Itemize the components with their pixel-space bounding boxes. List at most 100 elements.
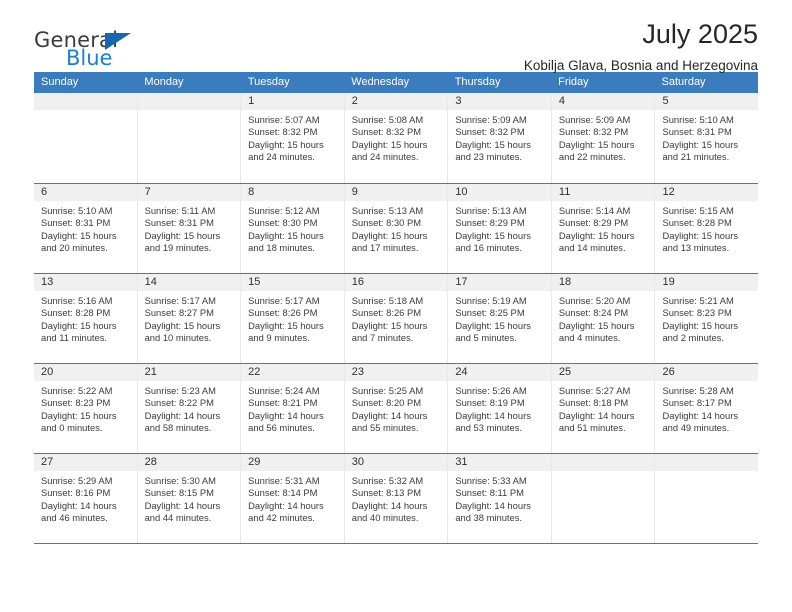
day-number: 4 [551, 93, 655, 110]
day-detail-line: Sunrise: 5:14 AM [558, 205, 631, 216]
day-cell-14[interactable]: 14 Sunrise: 5:17 AM Sunset: 8:27 PM Dayligh… [136, 274, 241, 363]
day-detail-line: Daylight: 15 hours [351, 229, 428, 241]
day-details: Sunrise: 5:08 AM Sunset: 8:32 PM Daylight:… [345, 110, 448, 164]
day-detail-line: Sunset: 8:14 PM [248, 487, 318, 499]
general-blue-logo[interactable]: General Blue [34, 28, 214, 76]
day-cell-27[interactable]: 27 Sunrise: 5:29 AM Sunset: 8:16 PM Dayligh… [34, 454, 137, 543]
day-cell-30[interactable]: 30 Sunrise: 5:32 AM Sunset: 8:13 PM Dayligh… [343, 454, 448, 543]
day-detail-line: Daylight: 15 hours [662, 229, 739, 241]
day-cell-10[interactable]: 10 Sunrise: 5:13 AM Sunset: 8:29 PM Dayligh… [447, 184, 551, 273]
day-detail-line: and 42 minutes. [248, 512, 315, 524]
day-details: Sunrise: 5:09 AM Sunset: 8:32 PM Daylight:… [448, 110, 551, 164]
day-detail-line: Daylight: 15 hours [144, 229, 221, 241]
day-cell-21[interactable]: 21 Sunrise: 5:23 AM Sunset: 8:22 PM Dayligh… [136, 364, 241, 453]
day-cell-29[interactable]: 29 Sunrise: 5:31 AM Sunset: 8:14 PM Dayligh… [240, 454, 344, 543]
day-cell-24[interactable]: 24 Sunrise: 5:26 AM Sunset: 8:19 PM Dayligh… [447, 364, 551, 453]
day-cell-23[interactable]: 23 Sunrise: 5:25 AM Sunset: 8:20 PM Dayligh… [343, 364, 448, 453]
day-cell-15[interactable]: 15 Sunrise: 5:17 AM Sunset: 8:26 PM Dayligh… [240, 274, 344, 363]
day-number: 16 [344, 274, 448, 291]
day-detail-line: Sunset: 8:30 PM [248, 217, 318, 229]
day-detail-line: Sunset: 8:23 PM [662, 307, 732, 319]
day-details [138, 110, 241, 114]
day-number [34, 93, 137, 110]
day-cell-22[interactable]: 22 Sunrise: 5:24 AM Sunset: 8:21 PM Dayligh… [240, 364, 344, 453]
day-detail-line: Sunset: 8:32 PM [455, 126, 525, 138]
day-detail-line: Daylight: 15 hours [455, 138, 531, 150]
day-cell-8[interactable]: 8 Sunrise: 5:12 AM Sunset: 8:30 PM Daylight… [240, 184, 344, 273]
day-detail-line: Daylight: 15 hours [248, 138, 324, 150]
day-detail-line: Sunrise: 5:32 AM [351, 475, 424, 486]
day-cell-4[interactable]: 4 Sunrise: 5:09 AM Sunset: 8:32 PM Daylight… [550, 93, 655, 183]
page-title: July 2025 [642, 19, 758, 49]
day-detail-line: Sunrise: 5:12 AM [248, 205, 320, 216]
day-details: Sunrise: 5:21 AM Sunset: 8:23 PM Daylight:… [655, 291, 758, 345]
day-details: Sunrise: 5:17 AM Sunset: 8:26 PM Daylight:… [241, 291, 344, 345]
day-details [34, 110, 137, 114]
calendar-week-row: 13 Sunrise: 5:16 AM Sunset: 8:28 PM Dayligh… [34, 273, 759, 363]
day-detail-line: Sunrise: 5:24 AM [248, 385, 320, 396]
day-cell-18[interactable]: 18 Sunrise: 5:20 AM Sunset: 8:24 PM Dayligh… [550, 274, 655, 363]
day-detail-line: Daylight: 15 hours [558, 138, 635, 150]
day-detail-line: Sunrise: 5:15 AM [662, 205, 734, 216]
day-detail-line: Sunset: 8:26 PM [351, 307, 422, 319]
calendar-bottom-border [34, 543, 758, 544]
logo-text-blue: Blue [66, 46, 113, 70]
day-detail-line: Sunset: 8:30 PM [351, 217, 422, 229]
day-detail-line: Sunrise: 5:17 AM [144, 295, 216, 306]
day-number: 10 [448, 184, 551, 201]
day-cell-19[interactable]: 19 Sunrise: 5:21 AM Sunset: 8:23 PM Dayligh… [654, 274, 759, 363]
day-cell-2[interactable]: 2 Sunrise: 5:08 AM Sunset: 8:32 PM Daylight… [343, 93, 448, 183]
day-details: Sunrise: 5:20 AM Sunset: 8:24 PM Daylight:… [552, 291, 655, 345]
day-cell-20[interactable]: 20 Sunrise: 5:22 AM Sunset: 8:23 PM Dayligh… [34, 364, 137, 453]
day-detail-line: Sunset: 8:26 PM [248, 307, 318, 319]
day-detail-line: and 46 minutes. [41, 512, 108, 524]
day-detail-line: and 22 minutes. [558, 151, 626, 163]
day-cell-16[interactable]: 16 Sunrise: 5:18 AM Sunset: 8:26 PM Dayligh… [343, 274, 448, 363]
day-number: 1 [241, 93, 344, 110]
day-detail-line: Sunset: 8:29 PM [455, 217, 525, 229]
day-cell-12[interactable]: 12 Sunrise: 5:15 AM Sunset: 8:28 PM Dayligh… [654, 184, 759, 273]
day-cell-26[interactable]: 26 Sunrise: 5:28 AM Sunset: 8:17 PM Dayligh… [654, 364, 759, 453]
day-detail-line: Daylight: 14 hours [351, 499, 428, 511]
day-details: Sunrise: 5:22 AM Sunset: 8:23 PM Daylight:… [34, 381, 137, 435]
day-detail-line: and 9 minutes. [248, 332, 310, 344]
day-details: Sunrise: 5:26 AM Sunset: 8:19 PM Daylight:… [448, 381, 551, 435]
day-detail-line: and 14 minutes. [558, 242, 626, 254]
day-detail-line: and 16 minutes. [455, 242, 523, 254]
day-details: Sunrise: 5:17 AM Sunset: 8:27 PM Daylight:… [138, 291, 241, 345]
day-detail-line: Sunrise: 5:08 AM [351, 114, 424, 125]
day-details: Sunrise: 5:23 AM Sunset: 8:22 PM Daylight:… [138, 381, 241, 435]
day-number: 25 [551, 364, 655, 381]
day-cell-9[interactable]: 9 Sunrise: 5:13 AM Sunset: 8:30 PM Daylight… [343, 184, 448, 273]
day-detail-line: and 4 minutes. [558, 332, 621, 344]
day-detail-line: Daylight: 14 hours [455, 499, 531, 511]
day-cell-25[interactable]: 25 Sunrise: 5:27 AM Sunset: 8:18 PM Dayligh… [550, 364, 655, 453]
day-detail-line: Sunrise: 5:17 AM [248, 295, 320, 306]
day-details: Sunrise: 5:18 AM Sunset: 8:26 PM Daylight:… [345, 291, 448, 345]
day-detail-line: and 53 minutes. [455, 422, 523, 434]
day-cell-28[interactable]: 28 Sunrise: 5:30 AM Sunset: 8:15 PM Dayligh… [136, 454, 241, 543]
day-detail-line: Daylight: 14 hours [558, 409, 635, 421]
day-detail-line: and 24 minutes. [248, 151, 315, 163]
day-detail-line: Sunset: 8:31 PM [662, 126, 732, 138]
day-cell-empty [550, 454, 655, 543]
day-number: 6 [34, 184, 137, 201]
day-cell-11[interactable]: 11 Sunrise: 5:14 AM Sunset: 8:29 PM Dayligh… [550, 184, 655, 273]
day-details: Sunrise: 5:12 AM Sunset: 8:30 PM Daylight:… [241, 201, 344, 255]
day-cell-13[interactable]: 13 Sunrise: 5:16 AM Sunset: 8:28 PM Dayligh… [34, 274, 137, 363]
day-cell-1[interactable]: 1 Sunrise: 5:07 AM Sunset: 8:32 PM Daylight… [240, 93, 344, 183]
day-cell-3[interactable]: 3 Sunrise: 5:09 AM Sunset: 8:32 PM Daylight… [447, 93, 551, 183]
day-cell-5[interactable]: 5 Sunrise: 5:10 AM Sunset: 8:31 PM Daylight… [654, 93, 759, 183]
day-detail-line: Sunset: 8:24 PM [558, 307, 629, 319]
day-cell-6[interactable]: 6 Sunrise: 5:10 AM Sunset: 8:31 PM Daylight… [34, 184, 137, 273]
day-detail-line: Sunset: 8:27 PM [144, 307, 214, 319]
day-detail-line: Sunset: 8:20 PM [351, 397, 422, 409]
day-detail-line: Daylight: 15 hours [248, 229, 324, 241]
page-header: General Blue July 2025 Kobilja Glava, Bo… [34, 0, 758, 73]
day-details: Sunrise: 5:09 AM Sunset: 8:32 PM Daylight:… [552, 110, 655, 164]
day-cell-31[interactable]: 31 Sunrise: 5:33 AM Sunset: 8:11 PM Dayligh… [447, 454, 551, 543]
day-cell-17[interactable]: 17 Sunrise: 5:19 AM Sunset: 8:25 PM Dayligh… [447, 274, 551, 363]
day-cell-empty [654, 454, 759, 543]
day-number: 8 [241, 184, 344, 201]
day-cell-7[interactable]: 7 Sunrise: 5:11 AM Sunset: 8:31 PM Daylight… [136, 184, 241, 273]
